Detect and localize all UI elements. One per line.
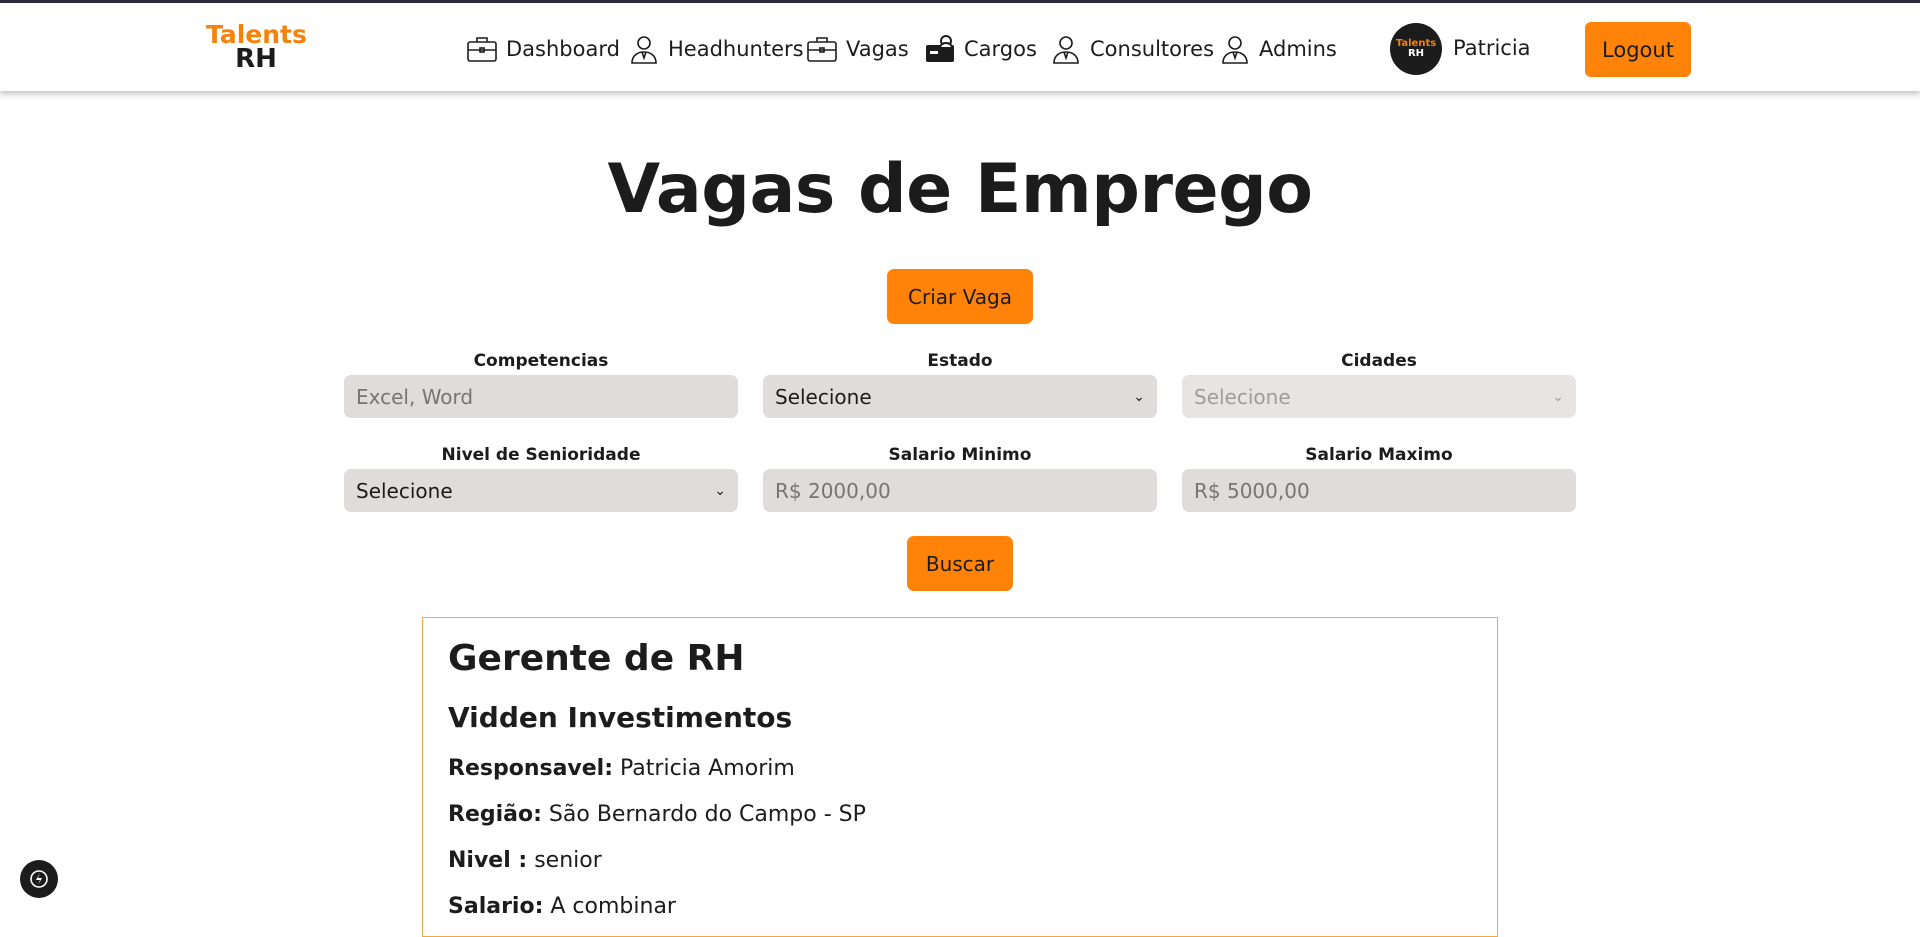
nav-item-consultores[interactable]: Consultores (1050, 31, 1214, 67)
briefcase-icon (807, 37, 837, 62)
job-card[interactable]: Gerente de RH Vidden Investimentos Respo… (422, 617, 1498, 937)
person-icon (631, 36, 657, 64)
create-job-button[interactable]: Criar Vaga (887, 269, 1033, 324)
cidades-label: Cidades (1341, 351, 1417, 371)
responsavel-label: Responsavel: (448, 756, 614, 781)
nivel-value: Selecione (356, 478, 453, 503)
nivel-label-card: Nivel : (448, 848, 528, 873)
nav-item-headhunters[interactable]: Headhunters (628, 31, 804, 67)
competencias-input[interactable] (344, 375, 738, 418)
salario-label: Salario: (448, 894, 544, 919)
competencias-label: Competencias (473, 351, 609, 371)
search-button[interactable]: Buscar (907, 536, 1013, 591)
chevron-down-icon: ⌄ (1552, 388, 1564, 405)
logo-line2: RH (235, 44, 277, 74)
nav-item-cargos[interactable]: Cargos (924, 31, 1037, 67)
avatar[interactable]: Talents RH (1390, 23, 1442, 75)
person-icon (1053, 36, 1079, 64)
logout-button[interactable]: Logout (1585, 22, 1691, 77)
nav-label-cargos: Cargos (964, 37, 1037, 61)
job-nivel: Nivel : senior (448, 848, 602, 873)
nav-item-dashboard[interactable]: Dashboard (466, 31, 620, 67)
job-regiao: Região: São Bernardo do Campo - SP (448, 802, 866, 827)
chevron-down-icon: ⌄ (714, 482, 726, 499)
nav-label-headhunters: Headhunters (668, 37, 804, 61)
salario-min-label: Salario Minimo (888, 445, 1032, 465)
lightning-icon[interactable] (20, 860, 58, 898)
cidades-select[interactable]: Selecione ⌄ (1182, 375, 1576, 418)
nav-label-vagas: Vagas (846, 37, 909, 61)
nivel-select[interactable]: Selecione ⌄ (344, 469, 738, 512)
nav-item-admins[interactable]: Admins (1219, 31, 1337, 67)
salario-min-input[interactable] (763, 469, 1157, 512)
estado-value: Selecione (775, 384, 872, 409)
regiao-value: São Bernardo do Campo - SP (548, 802, 866, 827)
page-title: Vagas de Emprego (607, 150, 1313, 229)
salario-value: A combinar (550, 894, 676, 919)
person-icon (1222, 36, 1248, 64)
nav-label-dashboard: Dashboard (506, 37, 620, 61)
estado-label: Estado (927, 351, 993, 371)
nivel-value-card: senior (534, 848, 602, 873)
salario-max-input[interactable] (1182, 469, 1576, 512)
salario-max-label: Salario Maximo (1305, 445, 1453, 465)
regiao-label: Região: (448, 802, 542, 827)
cidades-value: Selecione (1194, 384, 1291, 409)
nivel-label: Nivel de Senioridade (441, 445, 641, 465)
avatar-line2: RH (1407, 48, 1425, 59)
responsavel-value: Patricia Amorim (620, 756, 795, 781)
nav-label-consultores: Consultores (1090, 37, 1215, 61)
nav-label-admins: Admins (1259, 37, 1337, 61)
estado-select[interactable]: Selecione ⌄ (763, 375, 1157, 418)
job-responsavel: Responsavel: Patricia Amorim (448, 756, 795, 781)
briefcase-user-icon (926, 35, 954, 62)
job-title: Gerente de RH (448, 638, 745, 679)
job-company: Vidden Investimentos (448, 701, 793, 734)
briefcase-icon (467, 37, 497, 62)
user-name: Patricia (1453, 36, 1531, 60)
navbar: Talents RH Dashboard Headhunters Vagas C… (0, 3, 1920, 91)
job-salario: Salario: A combinar (448, 894, 676, 919)
chevron-down-icon: ⌄ (1133, 388, 1145, 405)
nav-item-vagas[interactable]: Vagas (806, 31, 909, 67)
brand-logo[interactable]: Talents RH (206, 22, 307, 74)
